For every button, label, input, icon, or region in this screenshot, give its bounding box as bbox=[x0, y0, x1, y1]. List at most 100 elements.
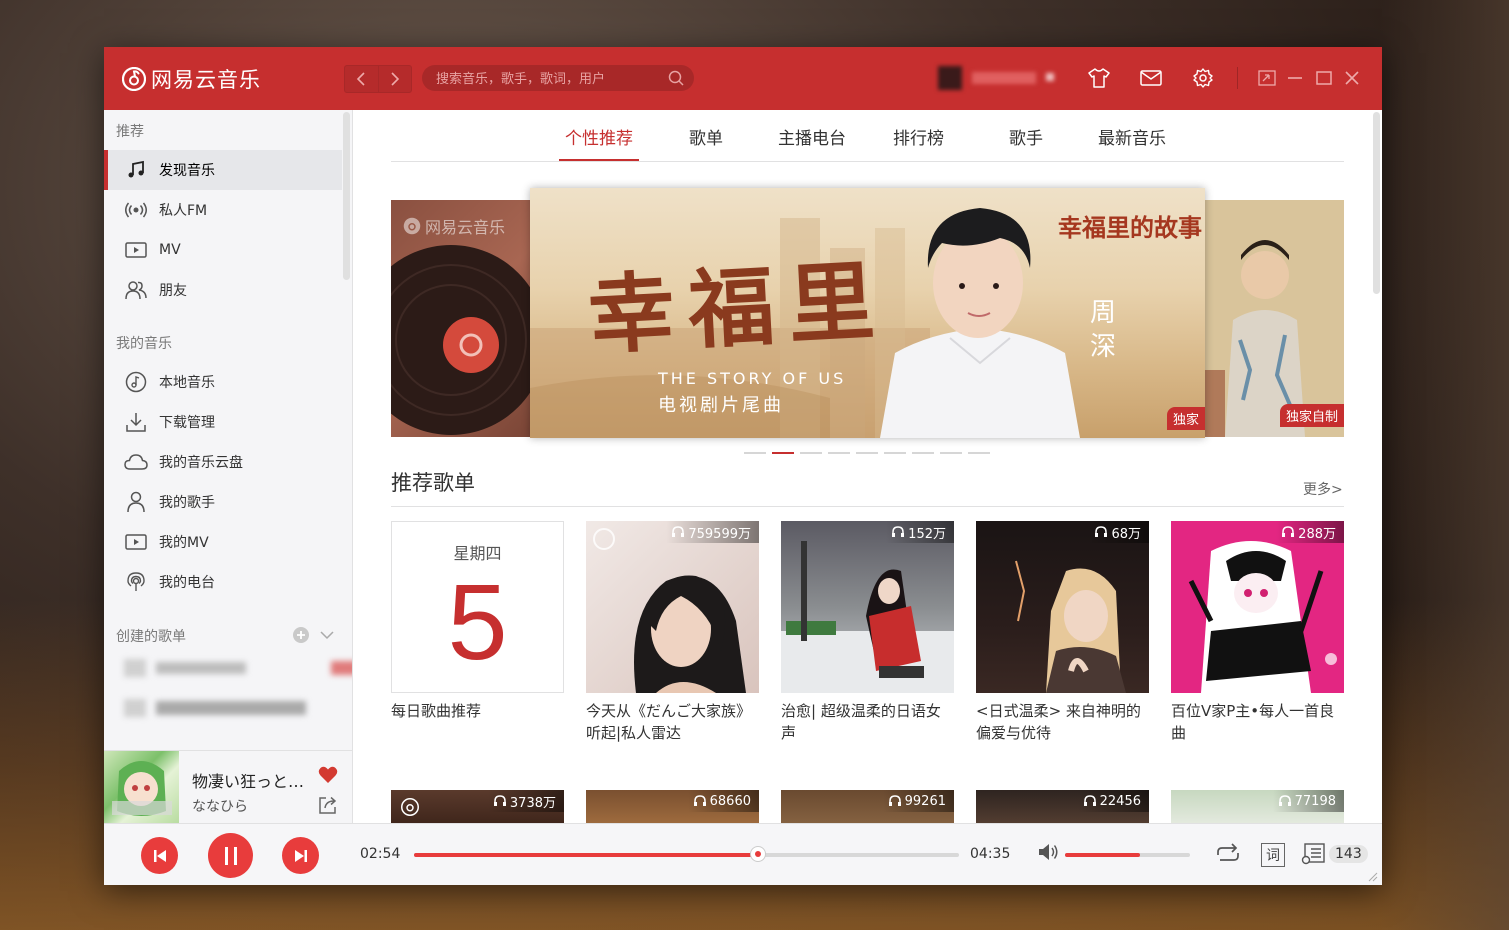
close-button[interactable] bbox=[1341, 67, 1363, 89]
user-profile[interactable] bbox=[934, 64, 1059, 92]
resize-grip-icon[interactable] bbox=[1366, 870, 1378, 882]
playlist-card[interactable]: 22456 bbox=[976, 790, 1149, 823]
tab-personal-recommend[interactable]: 个性推荐 bbox=[559, 124, 639, 161]
sidebar-item-fm[interactable]: 私人FM bbox=[104, 190, 342, 230]
playlist-card[interactable]: 99261 bbox=[781, 790, 954, 823]
play-count: 68660 bbox=[687, 790, 759, 812]
headphones-icon bbox=[1278, 795, 1291, 806]
progress-handle[interactable] bbox=[750, 846, 767, 862]
banner-dot[interactable] bbox=[772, 452, 794, 454]
sidebar-item-local-music[interactable]: 本地音乐 bbox=[104, 362, 342, 402]
playlist-card[interactable]: 759599万 今天从《だんご大家族》听起|私人雷达 bbox=[586, 521, 759, 744]
more-link[interactable]: 更多> bbox=[1303, 479, 1343, 499]
banner-dot[interactable] bbox=[968, 452, 990, 454]
daily-recommend-cover[interactable]: 星期四 5 bbox=[391, 521, 564, 693]
previous-track-button[interactable] bbox=[141, 837, 178, 874]
next-track-button[interactable] bbox=[282, 837, 319, 874]
playlist-card-title[interactable]: 治愈| 超级温柔的日语女声 bbox=[781, 700, 954, 744]
search-input[interactable] bbox=[434, 65, 658, 93]
sidebar-scrollbar[interactable] bbox=[343, 112, 350, 280]
banner-dot[interactable] bbox=[940, 452, 962, 454]
banner-watermark: 网易云音乐 bbox=[425, 218, 506, 237]
lyrics-button[interactable]: 词 bbox=[1261, 843, 1285, 867]
banner-artist: 周深 bbox=[1090, 298, 1117, 362]
title-bar: 网易云音乐 bbox=[104, 47, 1382, 110]
playlist-count: 143 bbox=[1329, 845, 1368, 863]
playlist-cover[interactable]: 68万 bbox=[976, 521, 1149, 693]
playlist-card-title[interactable]: <日式温柔> 来自神明的偏爱与优待 bbox=[976, 700, 1149, 744]
sidebar-item-downloads[interactable]: 下载管理 bbox=[104, 402, 342, 442]
now-playing-title[interactable]: 物凄い狂っとる... bbox=[192, 768, 314, 792]
messages-button[interactable] bbox=[1140, 67, 1162, 89]
sidebar-item-mv[interactable]: MV bbox=[104, 230, 342, 270]
forward-button[interactable] bbox=[377, 66, 412, 92]
back-button[interactable] bbox=[345, 66, 378, 92]
chevron-down-icon[interactable] bbox=[320, 630, 334, 640]
banner-dot[interactable] bbox=[744, 452, 766, 454]
tab-singers[interactable]: 歌手 bbox=[1009, 124, 1043, 160]
banner-subtitle-en: THE STORY OF US bbox=[658, 369, 847, 388]
skin-button[interactable] bbox=[1088, 67, 1110, 89]
settings-button[interactable] bbox=[1192, 67, 1214, 89]
section-title-recommended-playlists[interactable]: 推荐歌单 bbox=[391, 467, 475, 497]
sidebar-item-my-mv[interactable]: 我的MV bbox=[104, 522, 342, 562]
heart-icon[interactable] bbox=[318, 766, 338, 784]
playlist-card[interactable]: 68660 bbox=[586, 790, 759, 823]
now-playing-artist[interactable]: ななひら bbox=[192, 796, 248, 816]
tab-playlists[interactable]: 歌单 bbox=[689, 124, 723, 160]
volume-slider[interactable] bbox=[1065, 853, 1190, 857]
tab-charts[interactable]: 排行榜 bbox=[893, 124, 944, 160]
sidebar-item-discover[interactable]: 发现音乐 bbox=[104, 150, 342, 190]
playlist-card-title[interactable]: 百位V家P主•每人一首良曲 bbox=[1171, 700, 1344, 744]
main-scrollbar[interactable] bbox=[1373, 112, 1380, 294]
playlist-card-daily[interactable]: 星期四 5 每日歌曲推荐 bbox=[391, 521, 564, 722]
play-count: 152万 bbox=[886, 521, 954, 543]
mini-mode-button[interactable] bbox=[1256, 67, 1278, 89]
app-logo[interactable]: 网易云音乐 bbox=[122, 64, 261, 94]
banner-dot[interactable] bbox=[856, 452, 878, 454]
netease-logo-icon bbox=[403, 217, 421, 235]
add-playlist-icon[interactable] bbox=[292, 626, 310, 644]
playlist-button[interactable]: 143 bbox=[1301, 843, 1368, 865]
tab-new-music[interactable]: 最新音乐 bbox=[1098, 124, 1166, 160]
banner-prev[interactable]: 网易云音乐 bbox=[391, 200, 531, 437]
banner-next[interactable]: 独家自制 bbox=[1205, 200, 1344, 437]
playlist-cover[interactable]: 759599万 bbox=[586, 521, 759, 693]
playlist-card[interactable]: 3738万 bbox=[391, 790, 564, 823]
banner-subtitle-cn: 电视剧片尾曲 bbox=[658, 395, 784, 416]
progress-bar[interactable] bbox=[414, 846, 959, 862]
sidebar-item-friends[interactable]: 朋友 bbox=[104, 270, 342, 310]
sidebar-item-my-radio[interactable]: 我的电台 bbox=[104, 562, 342, 602]
maximize-button[interactable] bbox=[1313, 67, 1335, 89]
discover-tabs: 个性推荐 歌单 主播电台 排行榜 歌手 最新音乐 bbox=[391, 110, 1344, 162]
sidebar-item-my-singers[interactable]: 我的歌手 bbox=[104, 482, 342, 522]
playlist-cover[interactable]: 288万 bbox=[1171, 521, 1344, 693]
banner-dot[interactable] bbox=[912, 452, 934, 454]
headphones-icon bbox=[888, 795, 901, 806]
banner-dot[interactable] bbox=[800, 452, 822, 454]
playlist-card[interactable]: 288万 百位V家P主•每人一首良曲 bbox=[1171, 521, 1344, 744]
sidebar-item-label: 本地音乐 bbox=[159, 375, 215, 391]
now-playing-cover[interactable] bbox=[104, 751, 179, 824]
playlist-card[interactable]: 77198 bbox=[1171, 790, 1344, 823]
playlist-card[interactable]: 152万 治愈| 超级温柔的日语女声 bbox=[781, 521, 954, 744]
singer-icon bbox=[124, 490, 148, 514]
playlist-card-title[interactable]: 每日歌曲推荐 bbox=[391, 700, 564, 722]
playlist-item[interactable] bbox=[124, 658, 352, 678]
playlist-card[interactable]: 68万 <日式温柔> 来自神明的偏爱与优待 bbox=[976, 521, 1149, 744]
banner-dot[interactable] bbox=[828, 452, 850, 454]
banner-main[interactable]: 幸福里 THE STORY OF US 电视剧片尾曲 幸福里的故事 周深 独家 bbox=[530, 188, 1205, 438]
pause-button[interactable] bbox=[208, 833, 253, 878]
search-icon[interactable] bbox=[668, 70, 684, 86]
playlist-cover[interactable]: 152万 bbox=[781, 521, 954, 693]
playlist-item[interactable] bbox=[124, 698, 306, 718]
headphones-icon bbox=[693, 795, 706, 806]
minimize-button[interactable] bbox=[1284, 67, 1306, 89]
sidebar-item-cloud-drive[interactable]: 我的音乐云盘 bbox=[104, 442, 342, 482]
tab-radio[interactable]: 主播电台 bbox=[778, 124, 846, 160]
loop-mode-button[interactable] bbox=[1215, 843, 1241, 865]
playlist-card-title[interactable]: 今天从《だんご大家族》听起|私人雷达 bbox=[586, 700, 759, 744]
share-icon[interactable] bbox=[318, 795, 338, 815]
banner-dot[interactable] bbox=[884, 452, 906, 454]
volume-button[interactable] bbox=[1038, 843, 1060, 861]
